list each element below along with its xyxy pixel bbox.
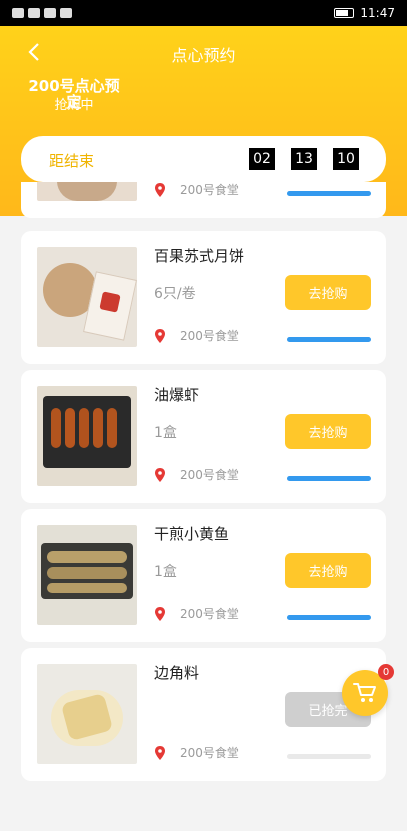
buy-button[interactable]: 去抢购 bbox=[285, 414, 371, 449]
battery-icon bbox=[334, 8, 355, 18]
product-card[interactable]: 百果苏式月饼 6只/卷 去抢购 200号食堂 bbox=[21, 231, 386, 364]
status-time: 11:47 bbox=[360, 6, 395, 20]
location: 200号食堂 bbox=[154, 466, 239, 483]
countdown-seconds: 10 bbox=[333, 148, 359, 170]
stock-progress bbox=[287, 191, 371, 196]
location-pin-icon bbox=[155, 328, 165, 343]
product-card[interactable]: 边角料 已抢完 200号食堂 bbox=[21, 648, 386, 781]
countdown-hours: 02 bbox=[249, 148, 275, 170]
product-image bbox=[37, 525, 137, 625]
wifi-icon bbox=[28, 8, 40, 18]
countdown-label: 距结束 bbox=[49, 152, 95, 170]
stock-progress bbox=[287, 615, 371, 620]
location-pin-icon bbox=[155, 606, 165, 621]
stock-progress bbox=[287, 476, 371, 481]
location-pin-icon bbox=[155, 467, 165, 482]
location-text: 200号食堂 bbox=[180, 468, 239, 482]
stock-progress bbox=[287, 337, 371, 342]
location: 200号食堂 bbox=[154, 605, 239, 622]
location-text: 200号食堂 bbox=[180, 746, 239, 760]
product-card[interactable]: 200号食堂 bbox=[21, 182, 386, 218]
product-card[interactable]: 油爆虾 1盒 去抢购 200号食堂 bbox=[21, 370, 386, 503]
location-pin-icon bbox=[155, 182, 165, 197]
product-name: 百果苏式月饼 bbox=[154, 247, 245, 265]
location-pin-icon bbox=[155, 745, 165, 760]
product-card[interactable]: 干煎小黄鱼 1盒 去抢购 200号食堂 bbox=[21, 509, 386, 642]
stock-progress bbox=[287, 754, 371, 759]
location-text: 200号食堂 bbox=[180, 329, 239, 343]
location: 200号食堂 bbox=[154, 327, 239, 344]
status-bar: 11:47 bbox=[0, 0, 407, 26]
page-title: 点心预约 bbox=[171, 46, 236, 65]
shopping-cart-icon bbox=[353, 683, 376, 702]
product-image bbox=[37, 247, 137, 347]
location: 200号食堂 bbox=[154, 744, 239, 761]
product-list[interactable]: 200号食堂 百果苏式月饼 6只/卷 去抢购 200号食堂 油爆虾 1盒 去抢购… bbox=[0, 182, 407, 831]
location-text: 200号食堂 bbox=[180, 183, 239, 197]
product-image bbox=[37, 664, 137, 764]
signal-icon bbox=[12, 8, 24, 18]
cart-button[interactable]: 0 bbox=[342, 664, 394, 716]
status-icons bbox=[12, 8, 72, 18]
product-image bbox=[37, 182, 137, 201]
product-spec: 1盒 bbox=[154, 425, 177, 441]
product-name: 干煎小黄鱼 bbox=[154, 525, 230, 543]
product-spec: 1盒 bbox=[154, 564, 177, 580]
product-image bbox=[37, 386, 137, 486]
location-text: 200号食堂 bbox=[180, 607, 239, 621]
notification-icon bbox=[60, 8, 72, 18]
product-name: 边角料 bbox=[154, 664, 200, 682]
message-icon bbox=[44, 8, 56, 18]
countdown-card: 距结束 02 13 10 bbox=[21, 136, 386, 182]
cart-count-badge: 0 bbox=[378, 664, 394, 680]
buy-button[interactable]: 去抢购 bbox=[285, 275, 371, 310]
product-name: 油爆虾 bbox=[154, 386, 200, 404]
product-spec: 6只/卷 bbox=[154, 286, 196, 302]
event-status: 抢购中 bbox=[54, 98, 94, 113]
location: 200号食堂 bbox=[154, 182, 239, 198]
countdown-minutes: 13 bbox=[291, 148, 317, 170]
buy-button[interactable]: 去抢购 bbox=[285, 553, 371, 588]
